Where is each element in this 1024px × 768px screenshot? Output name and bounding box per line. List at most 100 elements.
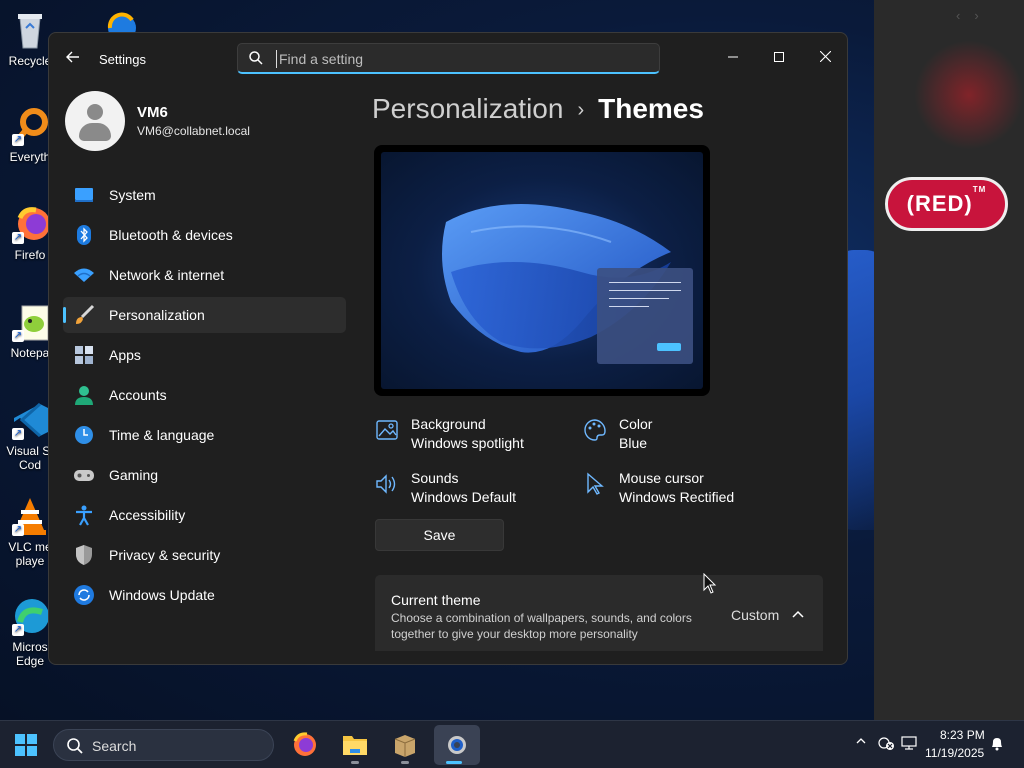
right-side-panel — [874, 0, 1024, 720]
taskbar-search-label: Search — [92, 738, 137, 754]
clock-date[interactable]: 11/19/2025 — [925, 746, 984, 760]
taskbar-firefox[interactable] — [285, 725, 325, 765]
app-title: Settings — [99, 52, 146, 67]
taskbar-search[interactable]: Search — [53, 729, 274, 761]
nav-label: Bluetooth & devices — [109, 227, 233, 243]
nav-label: Network & internet — [109, 267, 225, 283]
property-title: Background — [411, 416, 486, 432]
avatar — [65, 91, 125, 151]
edge-icon: ↗ — [10, 596, 50, 636]
network-disconnected-icon[interactable] — [877, 735, 895, 754]
chevron-up-icon[interactable] — [791, 607, 805, 621]
profile-email: VM6@collabnet.local — [137, 124, 250, 138]
maximize-icon — [774, 52, 784, 62]
nav-item-apps[interactable]: Apps — [63, 337, 346, 373]
notification-bell-icon[interactable] — [989, 735, 1005, 754]
accessibility-icon — [73, 504, 95, 526]
taskbar-archive[interactable] — [385, 725, 425, 765]
nav-item-windows-update[interactable]: Windows Update — [63, 577, 346, 613]
search-icon — [249, 51, 263, 65]
settings-gear-icon — [448, 736, 466, 754]
close-icon — [819, 50, 831, 63]
theme-preview — [374, 145, 710, 396]
sounds-property[interactable]: Sounds Windows Default — [375, 470, 575, 510]
mouse-cursor-property[interactable]: Mouse cursor Windows Rectified — [583, 470, 783, 510]
settings-nav: System Bluetooth & devices Network & int… — [63, 177, 346, 617]
nav-item-personalization[interactable]: Personalization — [63, 297, 346, 333]
section-divider — [375, 651, 823, 653]
nav-item-time-language[interactable]: Time & language — [63, 417, 346, 453]
wifi-icon — [73, 264, 95, 286]
avatar-head — [87, 104, 103, 120]
nav-label: Accounts — [109, 387, 167, 403]
windows-update-icon — [73, 584, 95, 606]
chevron-up-icon[interactable] — [855, 735, 867, 750]
nav-label: Privacy & security — [109, 547, 221, 563]
chevron-left-icon[interactable]: ‹ — [956, 8, 960, 23]
nav-label: System — [109, 187, 156, 203]
running-indicator — [446, 761, 462, 764]
search-input[interactable] — [276, 50, 646, 68]
preview-text-line — [609, 306, 649, 307]
vscode-icon: ↗ — [10, 400, 50, 440]
nav-label: Gaming — [109, 467, 159, 483]
preview-window-mock — [597, 268, 693, 364]
color-property[interactable]: Color Blue — [583, 416, 783, 456]
apps-icon — [73, 344, 95, 366]
paintbrush-icon — [73, 304, 95, 326]
running-indicator — [401, 761, 409, 764]
theme-preview-wallpaper — [381, 152, 703, 389]
maximize-button[interactable] — [756, 41, 802, 73]
current-theme-title: Current theme — [391, 592, 481, 608]
nav-label: Personalization — [109, 307, 205, 323]
save-button[interactable]: Save — [375, 519, 504, 551]
running-indicator — [351, 761, 359, 764]
nav-item-accounts[interactable]: Accounts — [63, 377, 346, 413]
user-profile[interactable]: VM6 VM6@collabnet.local — [65, 91, 345, 151]
chevron-right-icon[interactable]: › — [974, 8, 978, 23]
vlc-icon: ↗ — [10, 496, 50, 536]
breadcrumb-parent[interactable]: Personalization — [372, 93, 563, 124]
property-title: Mouse cursor — [619, 470, 704, 486]
badge-text: (RED) — [906, 191, 973, 216]
close-button[interactable] — [802, 41, 847, 73]
settings-search-box[interactable] — [237, 43, 660, 74]
nav-item-bluetooth[interactable]: Bluetooth & devices — [63, 217, 346, 253]
minimize-button[interactable] — [710, 41, 756, 73]
file-explorer-icon — [343, 736, 367, 755]
display-icon[interactable] — [900, 735, 918, 754]
panel-nav-arrows[interactable]: ‹ › — [956, 8, 993, 23]
property-value: Windows Rectified — [619, 489, 735, 505]
breadcrumb-separator: › — [577, 99, 585, 122]
nav-item-network[interactable]: Network & internet — [63, 257, 346, 293]
property-title: Color — [619, 416, 653, 432]
archive-icon — [394, 735, 416, 757]
back-button[interactable] — [63, 49, 83, 69]
picture-icon — [375, 418, 399, 442]
red-badge-logo[interactable]: (RED)TM — [885, 177, 1008, 231]
breadcrumb: Personalization › Themes — [372, 93, 704, 125]
start-button[interactable] — [14, 733, 38, 757]
taskbar-settings[interactable] — [434, 725, 480, 765]
search-icon — [67, 738, 83, 754]
taskbar-file-explorer[interactable] — [335, 725, 375, 765]
clock-time[interactable]: 8:23 PM — [940, 728, 985, 742]
nav-item-privacy[interactable]: Privacy & security — [63, 537, 346, 573]
nav-item-gaming[interactable]: Gaming — [63, 457, 346, 493]
speaker-icon — [375, 472, 399, 496]
preview-text-line — [609, 290, 681, 291]
shield-icon — [73, 544, 95, 566]
mouse-pointer-icon — [583, 472, 607, 496]
gamepad-icon — [73, 464, 95, 486]
firefox-icon — [293, 732, 316, 756]
background-property[interactable]: Background Windows spotlight — [375, 416, 575, 456]
windows-logo-icon — [15, 734, 37, 756]
bluetooth-icon — [73, 224, 95, 246]
nav-item-system[interactable]: System — [63, 177, 346, 213]
nav-item-accessibility[interactable]: Accessibility — [63, 497, 346, 533]
current-theme-section[interactable]: Current theme Choose a combination of wa… — [375, 575, 823, 653]
nav-label: Time & language — [109, 427, 215, 443]
title-bar: Settings — [49, 33, 847, 83]
palette-icon — [583, 418, 607, 442]
taskbar: Search 8:23 PM 11/19/2025 — [0, 720, 1024, 768]
